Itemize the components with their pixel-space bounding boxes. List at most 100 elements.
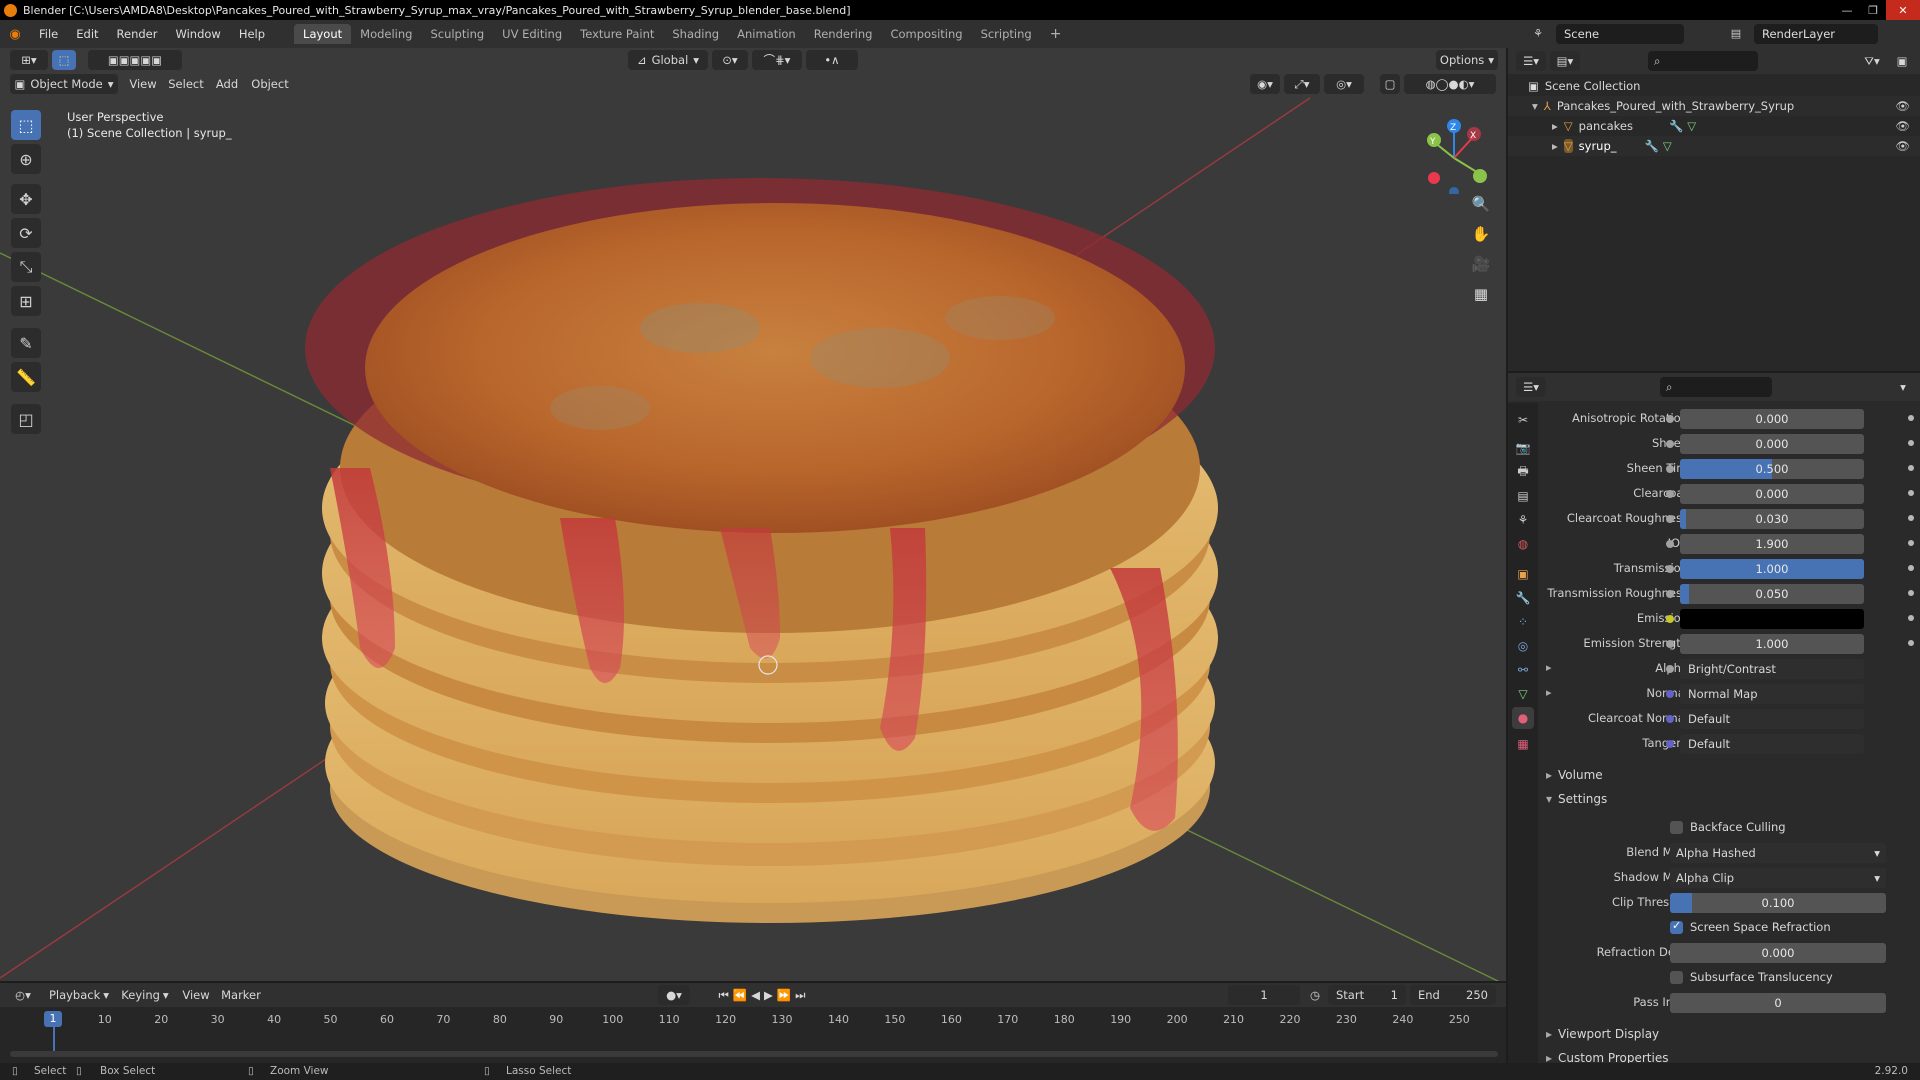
xray-toggle-icon[interactable]: ▢ (1380, 74, 1400, 94)
expand-right-icon[interactable]: ▸ (1546, 686, 1552, 699)
socket-dot-icon[interactable] (1666, 515, 1674, 523)
prop-slider[interactable]: 0.000 (1680, 434, 1864, 454)
socket-dot-icon[interactable] (1666, 590, 1674, 598)
particles-tab-icon[interactable]: ⁘ (1512, 611, 1534, 633)
visibility-eye-icon[interactable]: 👁 (1895, 99, 1910, 113)
tab-scripting[interactable]: Scripting (972, 24, 1041, 44)
visibility-eye-icon[interactable]: 👁 (1895, 119, 1910, 133)
timeline-menu-view[interactable]: View (178, 985, 214, 1005)
prop-slider[interactable]: 0.000 (1680, 484, 1864, 504)
new-collection-icon[interactable]: ▣ (1892, 51, 1912, 71)
timeline-scrollbar[interactable] (10, 1051, 1498, 1057)
tab-layout[interactable]: Layout (294, 24, 352, 44)
select-box-tool-icon[interactable]: ⬚ (11, 110, 41, 140)
object-tab-icon[interactable]: ▣ (1512, 563, 1534, 585)
shading-modes-buttons[interactable]: ◍◯●◐▾ (1404, 74, 1496, 94)
current-frame-field[interactable]: 1 (1228, 985, 1300, 1005)
expand-right-icon[interactable]: ▸ (1552, 119, 1558, 133)
zoom-icon[interactable]: 🔍 (1467, 190, 1495, 218)
add-cube-tool-icon[interactable]: ◰ (11, 404, 41, 434)
backface-culling-checkbox[interactable] (1670, 821, 1683, 834)
measure-tool-icon[interactable]: 📏 (11, 362, 41, 392)
outliner-row-pancakes[interactable]: ▸ ▽ pancakes 🔧 ▽ 👁 (1508, 116, 1920, 136)
scene-selector-icon[interactable]: ⚘ (1524, 24, 1552, 44)
socket-dot-icon[interactable] (1666, 665, 1674, 673)
close-button[interactable]: ✕ (1886, 0, 1920, 20)
viewport-menu-add[interactable]: Add (210, 74, 244, 94)
maximize-button[interactable]: ❐ (1860, 0, 1886, 20)
tab-sculpting[interactable]: Sculpting (421, 24, 493, 44)
options-dropdown[interactable]: Options ▾ (1436, 50, 1498, 70)
scale-tool-icon[interactable]: ⤡ (11, 252, 41, 282)
keyframe-dot-icon[interactable] (1908, 415, 1914, 421)
overlay-toggle-icon[interactable]: ◎▾ (1324, 74, 1364, 94)
gizmo-toggle-icon[interactable]: ⤢▾ (1284, 74, 1320, 94)
prop-slider[interactable]: 0.500 (1680, 459, 1864, 479)
blender-menu-icon[interactable]: ◉ (0, 27, 30, 42)
socket-dot-icon[interactable] (1666, 565, 1674, 573)
socket-dot-icon[interactable] (1666, 415, 1674, 423)
outliner-row-scene-collection[interactable]: ▣ Scene Collection (1508, 76, 1920, 96)
tab-texture-paint[interactable]: Texture Paint (571, 24, 663, 44)
viewport-menu-object[interactable]: Object (246, 74, 294, 94)
socket-dot-icon[interactable] (1666, 540, 1674, 548)
outliner-search-input[interactable]: ⌕ (1648, 51, 1758, 71)
socket-dot-icon[interactable] (1666, 465, 1674, 473)
tab-modeling[interactable]: Modeling (351, 24, 421, 44)
tab-compositing[interactable]: Compositing (881, 24, 971, 44)
socket-dot-icon[interactable] (1666, 440, 1674, 448)
socket-dot-icon[interactable] (1666, 715, 1674, 723)
tab-animation[interactable]: Animation (728, 24, 805, 44)
setting-screen-space-refraction[interactable]: ✓ Screen Space Refraction (1538, 917, 1920, 939)
output-tab-icon[interactable]: 🖶 (1512, 461, 1534, 483)
linked-node-field[interactable]: Normal Map (1680, 684, 1864, 704)
display-mode-icon[interactable]: ▤▾ (1550, 51, 1580, 71)
transform-tool-icon[interactable]: ⊞ (11, 286, 41, 316)
prop-slider[interactable]: 0.050 (1680, 584, 1864, 604)
keyframe-dot-icon[interactable] (1908, 590, 1914, 596)
select-tool-mode-icon[interactable]: ⬚ (52, 50, 76, 70)
camera-view-icon[interactable]: 🎥 (1467, 250, 1495, 278)
pass-index-field[interactable]: 0 (1670, 993, 1886, 1013)
clip-threshold-slider[interactable]: 0.100 (1670, 893, 1886, 913)
rotate-tool-icon[interactable]: ⟳ (11, 218, 41, 248)
expand-right-icon[interactable]: ▸ (1546, 661, 1552, 674)
physics-tab-icon[interactable]: ◎ (1512, 635, 1534, 657)
selection-modes-buttons[interactable]: ▣▣▣▣▣ (88, 50, 182, 70)
keyframe-dot-icon[interactable] (1908, 440, 1914, 446)
playhead[interactable]: 1 (44, 1011, 62, 1027)
render-tab-icon[interactable]: 📷 (1512, 437, 1534, 459)
outliner-row-collection[interactable]: ▾ ⅄ Pancakes_Poured_with_Strawberry_Syru… (1508, 96, 1920, 116)
section-volume[interactable]: ▸ Volume (1538, 764, 1920, 786)
prop-slider[interactable]: 1.000 (1680, 634, 1864, 654)
prop-slider[interactable]: 1.900 (1680, 534, 1864, 554)
keyframe-dot-icon[interactable] (1908, 565, 1914, 571)
object-mode-dropdown[interactable]: ▣ Object Mode ▾ (10, 74, 118, 94)
prop-slider[interactable]: 0.000 (1680, 409, 1864, 429)
section-viewport-display[interactable]: ▸ Viewport Display (1538, 1023, 1920, 1045)
visibility-toggle-icon[interactable]: ◉▾ (1250, 74, 1280, 94)
linked-node-field[interactable]: Bright/Contrast (1680, 659, 1864, 679)
keyframe-dot-icon[interactable] (1908, 465, 1914, 471)
mesh-data-tab-icon[interactable]: ▽ (1512, 683, 1534, 705)
socket-dot-icon[interactable] (1666, 640, 1674, 648)
texture-tab-icon[interactable]: ▦ (1512, 733, 1534, 755)
menu-file[interactable]: File (30, 20, 67, 48)
material-tab-icon[interactable]: ● (1512, 707, 1534, 729)
keyframe-dot-icon[interactable] (1908, 615, 1914, 621)
3d-viewport[interactable]: ⊞▾ ⬚ ▣▣▣▣▣ ⊿ Global ▾ ⊙▾ ⌒⋕▾ •∧ Options ▾ ▣… (0, 48, 1506, 981)
editor-type-button[interactable]: ⊞▾ (10, 50, 48, 70)
viewport-menu-select[interactable]: Select (164, 74, 208, 94)
menu-help[interactable]: Help (230, 20, 274, 48)
start-frame-field[interactable]: Start 1 (1328, 985, 1406, 1005)
viewport-menu-view[interactable]: View (124, 74, 162, 94)
modifier-tab-icon[interactable]: 🔧 (1512, 587, 1534, 609)
socket-dot-icon[interactable] (1666, 740, 1674, 748)
blend-mode-dropdown[interactable]: Alpha Hashed ▾ (1670, 843, 1886, 863)
auto-keying-record-icon[interactable]: ●▾ (658, 985, 690, 1005)
playback-controls[interactable]: ⏮⏪◀▶⏩⏭ (704, 985, 824, 1005)
end-frame-field[interactable]: End 250 (1410, 985, 1496, 1005)
keyframe-dot-icon[interactable] (1908, 540, 1914, 546)
view-layer-icon[interactable]: ▤ (1722, 24, 1750, 44)
setting-backface-culling[interactable]: Backface Culling (1538, 817, 1920, 839)
